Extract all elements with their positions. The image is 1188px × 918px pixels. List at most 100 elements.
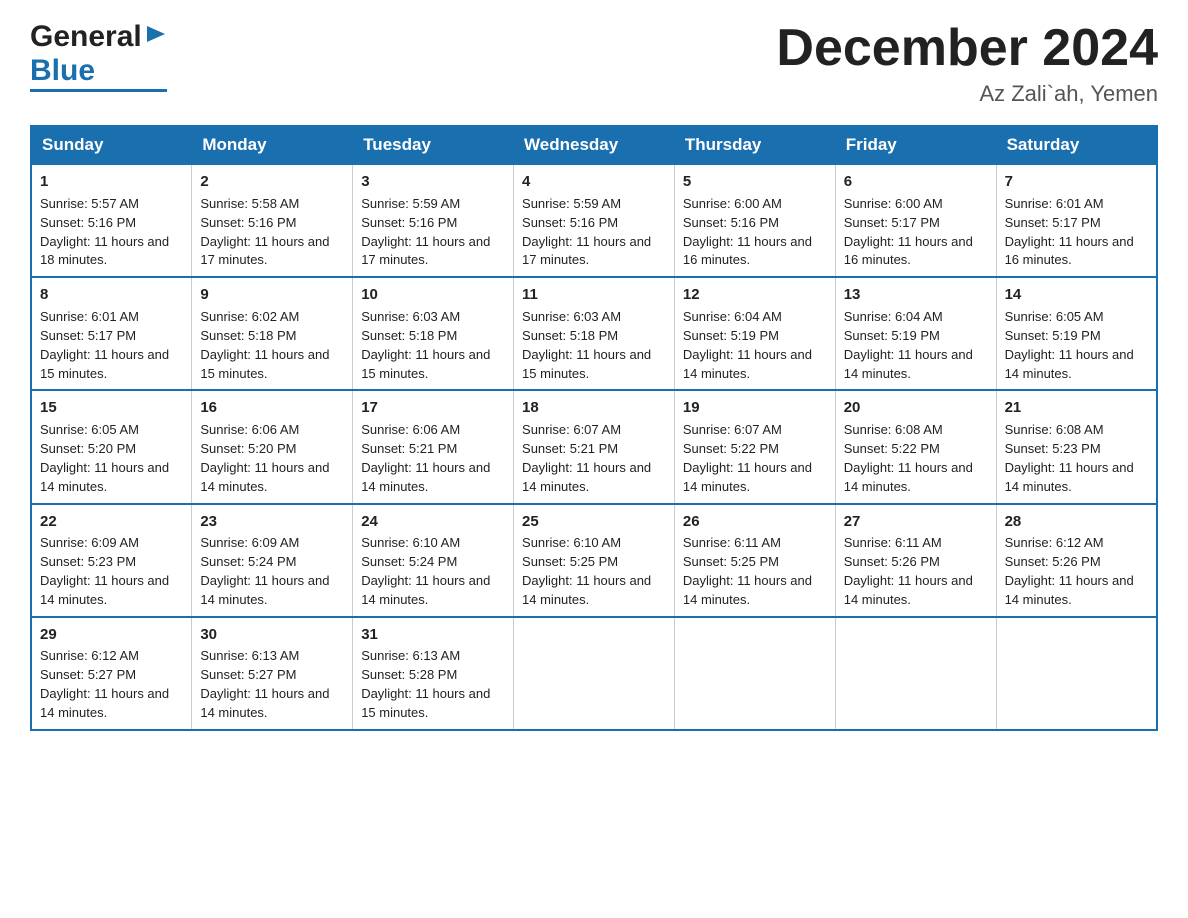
day-number: 4 (522, 171, 666, 193)
day-cell: 19Sunrise: 6:07 AMSunset: 5:22 PMDayligh… (674, 390, 835, 503)
day-cell: 11Sunrise: 6:03 AMSunset: 5:18 PMDayligh… (514, 277, 675, 390)
day-number: 30 (200, 624, 344, 646)
day-number: 26 (683, 511, 827, 533)
day-number: 25 (522, 511, 666, 533)
daylight-label: Daylight: 11 hours and 17 minutes. (361, 234, 490, 268)
sunset-label: Sunset: 5:16 PM (200, 215, 296, 230)
sunrise-label: Sunrise: 6:09 AM (200, 535, 299, 550)
day-number: 8 (40, 284, 183, 306)
day-cell: 31Sunrise: 6:13 AMSunset: 5:28 PMDayligh… (353, 617, 514, 730)
col-saturday: Saturday (996, 126, 1157, 164)
logo: General Blue (30, 20, 167, 92)
sunset-label: Sunset: 5:21 PM (522, 441, 618, 456)
sunrise-label: Sunrise: 6:10 AM (522, 535, 621, 550)
day-cell: 18Sunrise: 6:07 AMSunset: 5:21 PMDayligh… (514, 390, 675, 503)
daylight-label: Daylight: 11 hours and 14 minutes. (683, 347, 812, 381)
day-cell (835, 617, 996, 730)
day-number: 15 (40, 397, 183, 419)
day-cell: 1Sunrise: 5:57 AMSunset: 5:16 PMDaylight… (31, 164, 192, 277)
logo-underline (30, 89, 167, 92)
day-cell: 23 Sunrise: 6:09 AM Sunset: 5:24 PM Dayligh… (192, 504, 353, 617)
day-number: 24 (361, 511, 505, 533)
day-number: 14 (1005, 284, 1148, 306)
day-cell: 3Sunrise: 5:59 AMSunset: 5:16 PMDaylight… (353, 164, 514, 277)
sunset-label: Sunset: 5:16 PM (683, 215, 779, 230)
daylight-label: Daylight: 11 hours and 14 minutes. (200, 460, 329, 494)
sunset-label: Sunset: 5:16 PM (361, 215, 457, 230)
day-number: 19 (683, 397, 827, 419)
sunset-label: Sunset: 5:19 PM (1005, 328, 1101, 343)
day-number: 18 (522, 397, 666, 419)
sunset-label: Sunset: 5:26 PM (844, 554, 940, 569)
week-row-2: 8Sunrise: 6:01 AMSunset: 5:17 PMDaylight… (31, 277, 1157, 390)
daylight-label: Daylight: 11 hours and 14 minutes. (844, 573, 973, 607)
sunset-label: Sunset: 5:16 PM (522, 215, 618, 230)
sunset-label: Sunset: 5:16 PM (40, 215, 136, 230)
week-row-1: 1Sunrise: 5:57 AMSunset: 5:16 PMDaylight… (31, 164, 1157, 277)
sunset-label: Sunset: 5:20 PM (40, 441, 136, 456)
day-number: 17 (361, 397, 505, 419)
sunrise-label: Sunrise: 6:06 AM (361, 422, 460, 437)
daylight-label: Daylight: 11 hours and 16 minutes. (1005, 234, 1134, 268)
daylight-label: Daylight: 11 hours and 14 minutes. (522, 460, 651, 494)
sunset-label: Sunset: 5:17 PM (40, 328, 136, 343)
day-cell: 9Sunrise: 6:02 AMSunset: 5:18 PMDaylight… (192, 277, 353, 390)
day-cell: 24Sunrise: 6:10 AMSunset: 5:24 PMDayligh… (353, 504, 514, 617)
daylight-label: Daylight: 11 hours and 14 minutes. (361, 460, 490, 494)
daylight-label: Daylight: 11 hours and 15 minutes. (361, 686, 490, 720)
sunset-label: Sunset: 5:24 PM (200, 554, 296, 569)
day-cell: 16 Sunrise: 6:06 AM Sunset: 5:20 PM Dayligh… (192, 390, 353, 503)
daylight-label: Daylight: 11 hours and 15 minutes. (522, 347, 651, 381)
daylight-label: Daylight: 11 hours and 18 minutes. (40, 234, 169, 268)
daylight-label: Daylight: 11 hours and 17 minutes. (522, 234, 651, 268)
sunrise-label: Sunrise: 6:06 AM (200, 422, 299, 437)
sunset-label: Sunset: 5:18 PM (200, 328, 296, 343)
day-cell: 25Sunrise: 6:10 AMSunset: 5:25 PMDayligh… (514, 504, 675, 617)
day-number: 3 (361, 171, 505, 193)
daylight-label: Daylight: 11 hours and 14 minutes. (200, 573, 329, 607)
sunrise-label: Sunrise: 6:04 AM (844, 309, 943, 324)
sunrise-label: Sunrise: 6:11 AM (844, 535, 942, 550)
day-number: 13 (844, 284, 988, 306)
sunrise-label: Sunrise: 6:03 AM (361, 309, 460, 324)
daylight-label: Daylight: 11 hours and 17 minutes. (200, 234, 329, 268)
col-wednesday: Wednesday (514, 126, 675, 164)
sunrise-label: Sunrise: 6:11 AM (683, 535, 781, 550)
day-number: 29 (40, 624, 183, 646)
sunset-label: Sunset: 5:26 PM (1005, 554, 1101, 569)
logo-triangle-icon (145, 24, 167, 44)
sunset-label: Sunset: 5:17 PM (1005, 215, 1101, 230)
day-number: 28 (1005, 511, 1148, 533)
title-area: December 2024 Az Zali`ah, Yemen (776, 20, 1158, 107)
day-cell: 21Sunrise: 6:08 AMSunset: 5:23 PMDayligh… (996, 390, 1157, 503)
sunset-label: Sunset: 5:20 PM (200, 441, 296, 456)
day-number: 12 (683, 284, 827, 306)
sunrise-label: Sunrise: 5:59 AM (522, 196, 621, 211)
day-number: 16 (200, 397, 344, 419)
day-cell: 10Sunrise: 6:03 AMSunset: 5:18 PMDayligh… (353, 277, 514, 390)
sunrise-label: Sunrise: 6:07 AM (683, 422, 782, 437)
day-number: 20 (844, 397, 988, 419)
sunrise-label: Sunrise: 6:13 AM (200, 648, 299, 663)
day-number: 9 (200, 284, 344, 306)
day-cell: 13Sunrise: 6:04 AMSunset: 5:19 PMDayligh… (835, 277, 996, 390)
calendar-table: Sunday Monday Tuesday Wednesday Thursday… (30, 125, 1158, 731)
daylight-label: Daylight: 11 hours and 14 minutes. (40, 573, 169, 607)
logo-general-text: General (30, 20, 142, 54)
col-sunday: Sunday (31, 126, 192, 164)
sunset-label: Sunset: 5:18 PM (522, 328, 618, 343)
sunset-label: Sunset: 5:18 PM (361, 328, 457, 343)
day-cell: 7Sunrise: 6:01 AMSunset: 5:17 PMDaylight… (996, 164, 1157, 277)
sunset-label: Sunset: 5:19 PM (683, 328, 779, 343)
day-cell: 28Sunrise: 6:12 AMSunset: 5:26 PMDayligh… (996, 504, 1157, 617)
day-cell: 15Sunrise: 6:05 AMSunset: 5:20 PMDayligh… (31, 390, 192, 503)
sunrise-label: Sunrise: 6:00 AM (844, 196, 943, 211)
day-number: 23 (200, 511, 344, 533)
sunset-label: Sunset: 5:22 PM (683, 441, 779, 456)
sunrise-label: Sunrise: 6:09 AM (40, 535, 139, 550)
sunset-label: Sunset: 5:17 PM (844, 215, 940, 230)
sunset-label: Sunset: 5:23 PM (40, 554, 136, 569)
sunset-label: Sunset: 5:27 PM (200, 667, 296, 682)
day-number: 2 (200, 171, 344, 193)
daylight-label: Daylight: 11 hours and 14 minutes. (1005, 573, 1134, 607)
